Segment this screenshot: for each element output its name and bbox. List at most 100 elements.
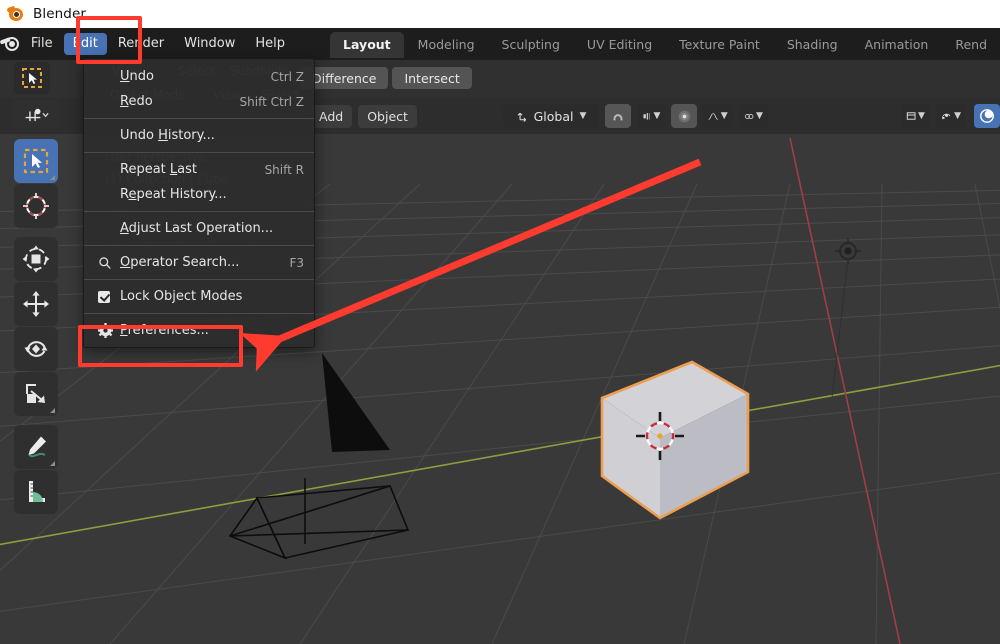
object-menu-button[interactable]: Object	[358, 104, 417, 128]
tool-group-select	[14, 139, 58, 228]
tool-scale[interactable]	[14, 372, 58, 416]
workspace-tab-animation[interactable]: Animation	[852, 32, 942, 58]
orientation-axis-icon	[517, 112, 526, 122]
edit-dropdown-menu[interactable]: Undo Ctrl Z Redo Shift Ctrl Z Undo History..…	[83, 58, 315, 348]
workspace-tab-texture-paint[interactable]: Texture Paint	[666, 32, 773, 58]
menu-item-undo[interactable]: Undo Ctrl Z	[84, 64, 314, 89]
menu-separator	[84, 211, 314, 212]
workspace-tab-modeling[interactable]: Modeling	[405, 32, 488, 58]
menu-item-icon	[98, 323, 120, 338]
menu-item-redo[interactable]: Redo Shift Ctrl Z	[84, 89, 314, 114]
object-visibility-icon	[942, 113, 951, 120]
tool-select-box[interactable]	[14, 139, 58, 183]
tool-annotate[interactable]	[14, 425, 58, 469]
chevron-down-icon: ▼	[918, 111, 925, 121]
chevron-down-icon: ▼	[756, 111, 763, 121]
snap-target-icon	[643, 113, 650, 120]
menu-item-label: Repeat History...	[120, 187, 227, 202]
boolean-buttons-group: Difference Intersect	[300, 67, 472, 89]
menu-separator	[84, 245, 314, 246]
falloff-curve-icon	[708, 112, 719, 120]
boolean-intersect-button[interactable]: Intersect	[392, 67, 472, 89]
viewport-shading-solid-icon	[980, 109, 994, 123]
tool-group-options	[12, 100, 60, 130]
object-visibility-dropdown[interactable]: ▼	[935, 104, 966, 128]
proportional-edit-toggle[interactable]	[671, 104, 698, 128]
left-toolbar	[12, 100, 60, 523]
snap-magnet-toggle[interactable]	[604, 104, 631, 128]
checkbox-checked-icon[interactable]	[98, 290, 110, 303]
select-box-icon	[23, 148, 49, 174]
menu-item-repeat-last[interactable]: Repeat Last Shift R	[84, 157, 314, 182]
menu-separator	[84, 152, 314, 153]
menu-item-repeat-history[interactable]: Repeat History...	[84, 182, 314, 207]
os-title-bar: Blender	[0, 0, 1000, 28]
chevron-down-icon: ▼	[579, 111, 587, 121]
move-gizmo-icon	[22, 245, 50, 273]
annotate-pen-icon	[28, 436, 46, 458]
menu-item-adjust-last-operation[interactable]: Adjust Last Operation...	[84, 216, 314, 241]
menu-item-operator-search[interactable]: Operator Search... F3	[84, 250, 314, 275]
menu-separator	[84, 279, 314, 280]
window-title: Blender	[33, 6, 86, 22]
proportional-edit-icon	[678, 110, 691, 122]
cursor-options-tool[interactable]	[12, 100, 60, 130]
menu-render[interactable]: Render	[109, 33, 173, 55]
menu-item-shortcut: Shift R	[264, 162, 304, 177]
tool-3d-cursor[interactable]	[14, 184, 58, 228]
transform-orientation-dropdown[interactable]: Global ▼	[502, 104, 599, 128]
tool-more-corner	[50, 461, 55, 466]
menu-file[interactable]: File	[22, 33, 62, 55]
menu-item-label: Undo History...	[120, 128, 215, 143]
tool-more-corner	[50, 408, 55, 413]
add-menu-button[interactable]: Add	[310, 104, 353, 128]
workspace-tab-sculpting[interactable]: Sculpting	[489, 32, 573, 58]
tool-rotate[interactable]	[14, 327, 58, 371]
toolbar-top-select-button[interactable]	[14, 62, 50, 94]
menu-item-undo-history[interactable]: Undo History...	[84, 123, 314, 148]
blender-window: Blender File Edit Render Window Help Layout M…	[0, 0, 1000, 644]
menu-item-label: Preferences...	[120, 323, 209, 338]
cursor-options-icon	[25, 108, 49, 122]
chevron-down-icon: ▼	[954, 111, 961, 121]
menu-item-preferences[interactable]: Preferences...	[84, 318, 314, 343]
workspace-tab-layout[interactable]: Layout	[330, 32, 404, 58]
tool-more-corner	[50, 175, 55, 180]
chevron-down-icon: ▼	[653, 111, 661, 121]
snap-magnet-icon	[613, 114, 623, 121]
viewport-shading-solid-button[interactable]	[974, 104, 1000, 128]
scale-tool-icon	[26, 384, 45, 403]
menu-item-label: Lock Object Modes	[120, 289, 243, 304]
snap-target-dropdown[interactable]: ▼	[636, 104, 666, 128]
menu-window[interactable]: Window	[175, 33, 244, 55]
viewport-overlays-icon	[906, 112, 916, 120]
menu-item-icon	[98, 256, 120, 270]
menu-item-label: Operator Search...	[120, 255, 240, 270]
menu-item-shortcut: Shift Ctrl Z	[239, 94, 304, 109]
gear-icon	[98, 323, 113, 338]
menu-help[interactable]: Help	[246, 33, 294, 55]
viewport-overlays-dropdown[interactable]: ▼	[900, 104, 930, 128]
proportional-falloff-dropdown[interactable]: ▼	[703, 104, 733, 128]
search-icon	[99, 256, 111, 269]
tool-measure[interactable]	[14, 470, 58, 514]
tool-group-transform	[14, 237, 58, 416]
menu-item-label: Adjust Last Operation...	[120, 221, 274, 236]
workspace-tabs: Layout Modeling Sculpting UV Editing Texture…	[330, 28, 1000, 60]
tool-move-gizmo[interactable]	[14, 237, 58, 281]
measure-ruler-icon	[29, 481, 45, 502]
menu-item-label: Undo	[120, 69, 154, 84]
workspace-tab-uv-editing[interactable]: UV Editing	[574, 32, 665, 58]
tool-group-annotate	[14, 425, 58, 514]
chevron-down-icon: ▼	[720, 111, 728, 121]
tool-move[interactable]	[14, 282, 58, 326]
workspace-tab-rend[interactable]: Rend	[942, 32, 1000, 58]
mirror-options-dropdown[interactable]: ▼	[738, 104, 768, 128]
rotate-tool-icon	[24, 341, 48, 357]
transform-orientation-value: Global	[533, 108, 574, 124]
workspace-tab-shading[interactable]: Shading	[774, 32, 851, 58]
menu-edit[interactable]: Edit	[63, 33, 107, 55]
menu-separator	[84, 313, 314, 314]
menu-item-lock-object-modes[interactable]: Lock Object Modes	[84, 284, 314, 309]
blender-mark-icon[interactable]	[0, 28, 20, 60]
